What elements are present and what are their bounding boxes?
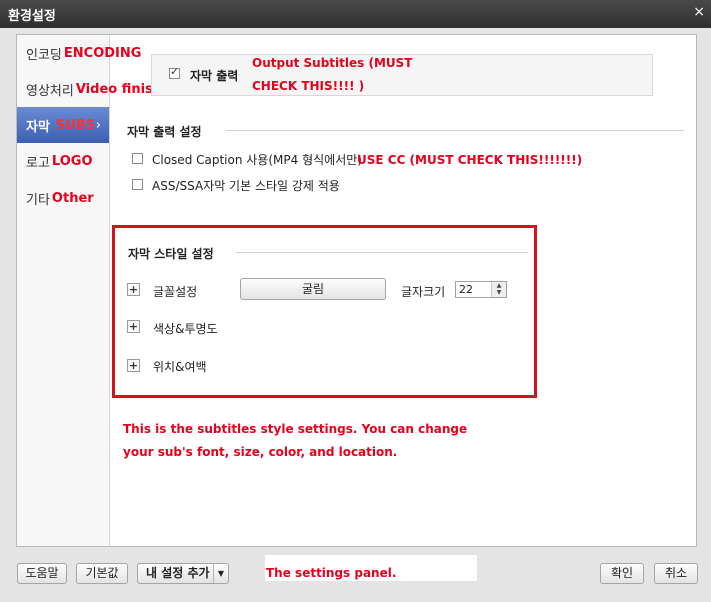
closed-caption-label: Closed Caption 사용(MP4 형식에서만) [152, 153, 362, 167]
sidebar-item-label: 로고 [26, 155, 50, 171]
expand-font-icon[interactable]: + [127, 283, 140, 296]
output-annotation-line2: CHECK THIS!!!! ) [252, 79, 365, 93]
stepper-arrows[interactable]: ▲ ▼ [491, 282, 506, 297]
font-size-stepper[interactable]: 22 ▲ ▼ [455, 281, 507, 298]
cancel-button[interactable]: 취소 [654, 563, 698, 584]
position-margin-label: 위치&여백 [153, 360, 207, 374]
panel-note: The settings panel. [266, 566, 397, 580]
window-title: 환경설정 [8, 9, 56, 24]
font-size-label: 글자크기 [401, 285, 446, 299]
ok-button[interactable]: 확인 [600, 563, 644, 584]
sidebar-item-label: 자막 [26, 119, 50, 135]
closed-caption-annotation: USE CC (MUST CHECK THIS!!!!!!!) [357, 153, 583, 167]
style-note-line2: your sub's font, size, color, and locati… [123, 445, 398, 459]
divider [236, 252, 528, 253]
style-settings-heading: 자막 스타일 설정 [128, 247, 214, 261]
title-bar: 환경설정 × [0, 0, 711, 28]
sidebar-item-label: 기타 [26, 192, 50, 208]
subtitle-output-label: 자막 출력 [190, 69, 239, 83]
sidebar-annotation: Other [51, 190, 94, 206]
font-size-value: 22 [459, 283, 473, 296]
sidebar-annotation: SUBS [55, 117, 96, 133]
color-opacity-label: 색상&투명도 [153, 322, 218, 336]
sidebar-item-label: 영상처리 [26, 83, 74, 99]
sidebar: 인코딩 ENCODING 영상처리 Video finish 자막 SUBS › 로고… [17, 35, 162, 546]
arrow-up-icon[interactable]: ▲ [492, 282, 506, 289]
arrow-down-icon[interactable]: ▼ [492, 289, 506, 296]
subtitle-output-checkbox[interactable] [169, 65, 180, 79]
output-settings-heading: 자막 출력 설정 [127, 125, 202, 139]
style-note-line1: This is the subtitles style settings. Yo… [123, 422, 468, 436]
sidebar-item-other[interactable]: 기타 Other [17, 180, 109, 216]
font-select-button[interactable]: 굴림 [240, 278, 386, 300]
sidebar-item-subtitles[interactable]: 자막 SUBS › [17, 107, 109, 143]
chevron-right-icon: › [95, 117, 101, 133]
ass-style-label: ASS/SSA자막 기본 스타일 강제 적용 [152, 179, 340, 193]
add-preset-label: 내 설정 추가 [146, 566, 210, 580]
dropdown-arrow-icon[interactable]: ▼ [213, 564, 228, 583]
close-icon[interactable]: × [693, 4, 705, 20]
expand-color-icon[interactable]: + [127, 320, 140, 333]
defaults-button[interactable]: 기본값 [76, 563, 128, 584]
help-button[interactable]: 도움말 [17, 563, 67, 584]
divider [226, 130, 684, 131]
settings-window: 환경설정 × 인코딩 ENCODING 영상처리 Video finish 자막 SU… [0, 0, 711, 602]
sidebar-item-logo[interactable]: 로고 LOGO [17, 143, 109, 179]
closed-caption-checkbox[interactable] [132, 153, 143, 164]
sidebar-item-video[interactable]: 영상처리 Video finish [17, 71, 162, 107]
expand-position-icon[interactable]: + [127, 359, 140, 372]
sidebar-annotation: LOGO [51, 153, 93, 169]
add-preset-button[interactable]: 내 설정 추가 ▼ [137, 563, 229, 584]
output-annotation-line1: Output Subtitles (MUST [252, 56, 413, 70]
ass-style-checkbox[interactable] [132, 179, 143, 190]
font-settings-label: 글꼴설정 [153, 285, 198, 299]
sidebar-item-label: 인코딩 [26, 47, 62, 63]
sidebar-item-encoding[interactable]: 인코딩 ENCODING [17, 35, 141, 71]
